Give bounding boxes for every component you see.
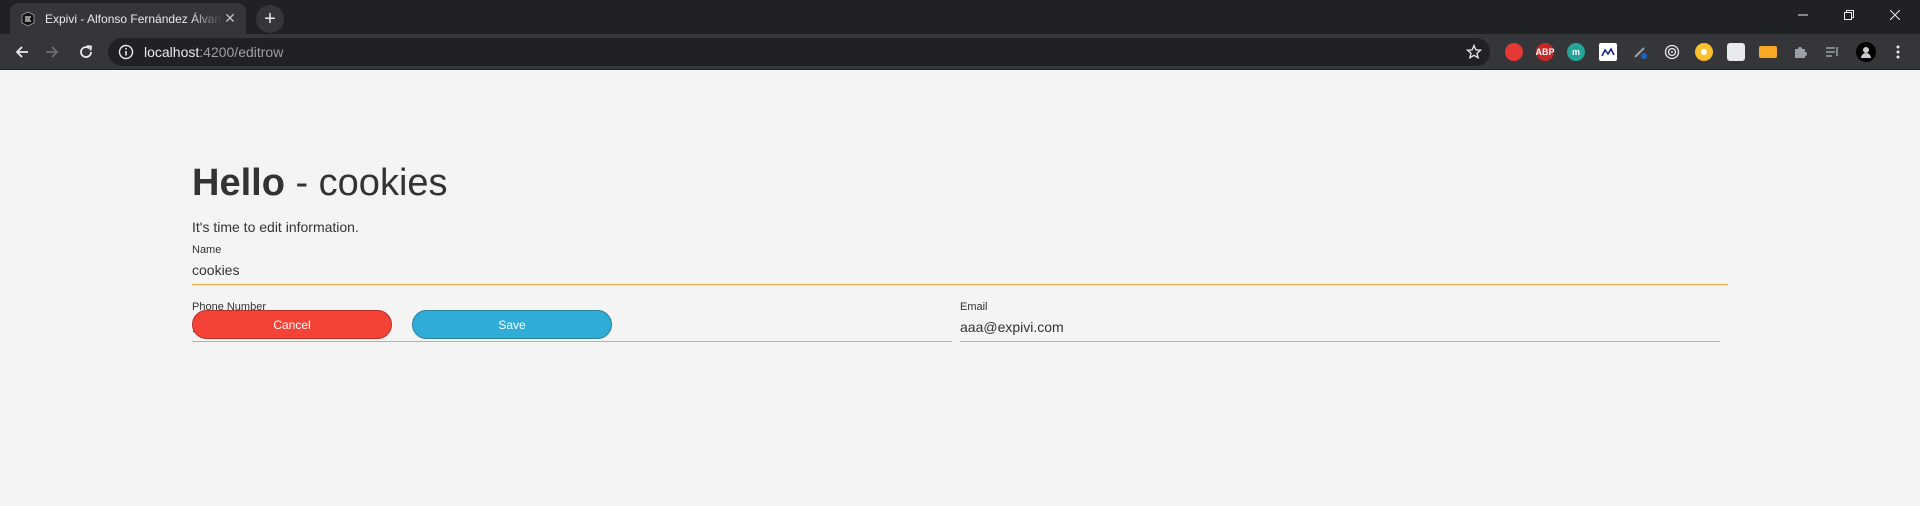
tab-close-icon[interactable]: ✕ <box>222 10 238 27</box>
chart-icon[interactable] <box>1599 43 1617 61</box>
reload-button[interactable] <box>72 38 100 66</box>
minimize-button[interactable] <box>1780 0 1826 30</box>
arrow-right-icon <box>46 46 59 58</box>
more-vertical-icon <box>1896 45 1900 59</box>
url-host: localhost <box>144 44 200 60</box>
pen-icon[interactable] <box>1631 43 1649 61</box>
url-path: :4200/editrow <box>199 44 284 60</box>
s-icon[interactable] <box>1727 43 1745 61</box>
page-title: Hello - cookies <box>192 164 448 202</box>
page-title-name: - cookies <box>284 162 448 204</box>
email-label: Email <box>960 301 988 313</box>
email-field: Email <box>960 301 1720 342</box>
info-icon[interactable] <box>118 44 134 60</box>
address-bar[interactable]: localhost:4200/editrow <box>108 38 1490 66</box>
name-input[interactable] <box>192 258 1728 285</box>
save-button[interactable]: Save <box>412 310 612 339</box>
arrow-left-icon <box>15 46 28 58</box>
expivi-favicon-icon <box>21 10 35 27</box>
url-text: localhost:4200/editrow <box>144 44 283 60</box>
stop-icon[interactable] <box>1505 43 1523 61</box>
page-subtitle: It's time to edit information. <box>192 219 359 235</box>
forward-button[interactable] <box>38 38 66 66</box>
avatar-icon[interactable] <box>1856 42 1876 62</box>
edit-row-page: Hello - cookies It's time to edit inform… <box>0 70 1920 506</box>
star-icon[interactable] <box>1466 44 1482 60</box>
reload-icon <box>80 45 93 58</box>
minimize-icon <box>1798 14 1808 16</box>
close-window-button[interactable] <box>1872 0 1918 30</box>
browser-tab-strip: Expivi - Alfonso Fernández Álvarez ✕ + <box>0 0 1920 34</box>
browser-tab[interactable]: Expivi - Alfonso Fernández Álvarez ✕ <box>10 3 246 34</box>
emoji-icon[interactable] <box>1695 43 1713 61</box>
folder-icon[interactable] <box>1759 46 1777 58</box>
m-icon[interactable]: m <box>1567 43 1585 61</box>
back-button[interactable] <box>8 38 36 66</box>
playlist-icon[interactable] <box>1823 43 1841 61</box>
restore-icon <box>1844 10 1854 20</box>
browser-toolbar: localhost:4200/editrow ABP m <box>0 34 1920 70</box>
cancel-button[interactable]: Cancel <box>192 310 392 339</box>
new-tab-button[interactable]: + <box>256 5 284 33</box>
target-icon[interactable] <box>1663 43 1681 61</box>
email-input[interactable] <box>960 315 1720 342</box>
tab-title: Expivi - Alfonso Fernández Álvarez <box>45 11 222 26</box>
browser-menu-button[interactable] <box>1884 38 1912 66</box>
page-title-bold: Hello <box>192 162 285 204</box>
name-label: Name <box>192 244 222 256</box>
puzzle-icon[interactable] <box>1791 43 1809 61</box>
plus-icon: + <box>264 7 276 30</box>
name-field: Name <box>192 244 1728 285</box>
restore-button[interactable] <box>1826 0 1872 30</box>
adblock-icon[interactable]: ABP <box>1536 43 1555 61</box>
close-icon <box>1890 10 1900 20</box>
